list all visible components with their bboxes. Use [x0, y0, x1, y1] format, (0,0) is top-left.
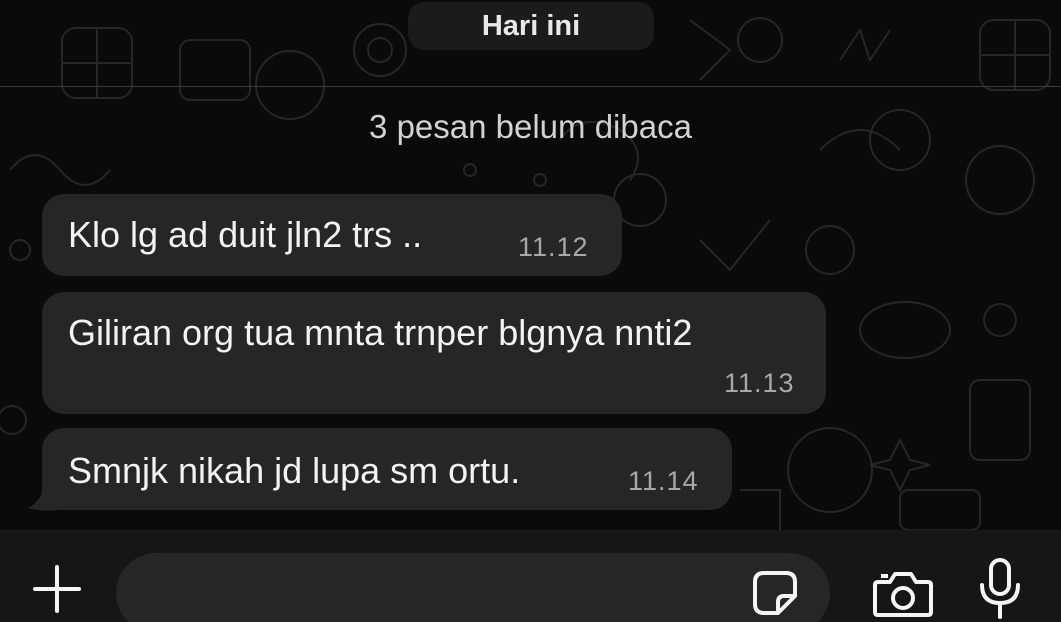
- message-text: Smnjk nikah jd lupa sm ortu.: [68, 450, 521, 491]
- unread-divider-line: [0, 86, 1061, 87]
- message-input[interactable]: [116, 553, 830, 622]
- date-separator: Hari ini: [408, 2, 654, 50]
- message-bubble[interactable]: Klo lg ad duit jln2 trs .. 11.12: [42, 194, 622, 276]
- unread-messages-label: 3 pesan belum dibaca: [369, 108, 692, 145]
- message-bubble[interactable]: Giliran org tua mnta trnper blgnya nnti2…: [42, 292, 826, 414]
- message-text: Klo lg ad duit jln2 trs ..: [68, 214, 423, 255]
- message-bubble[interactable]: Smnjk nikah jd lupa sm ortu. 11.14: [42, 428, 732, 510]
- camera-icon[interactable]: [870, 566, 936, 620]
- sticker-icon[interactable]: [748, 566, 802, 620]
- message-timestamp: 11.14: [628, 466, 699, 496]
- message-text: Giliran org tua mnta trnper blgnya nnti2: [68, 312, 693, 353]
- message-timestamp: 11.12: [518, 232, 589, 262]
- message-timestamp: 11.13: [724, 368, 795, 398]
- plus-icon[interactable]: [28, 560, 86, 618]
- microphone-icon[interactable]: [974, 556, 1026, 622]
